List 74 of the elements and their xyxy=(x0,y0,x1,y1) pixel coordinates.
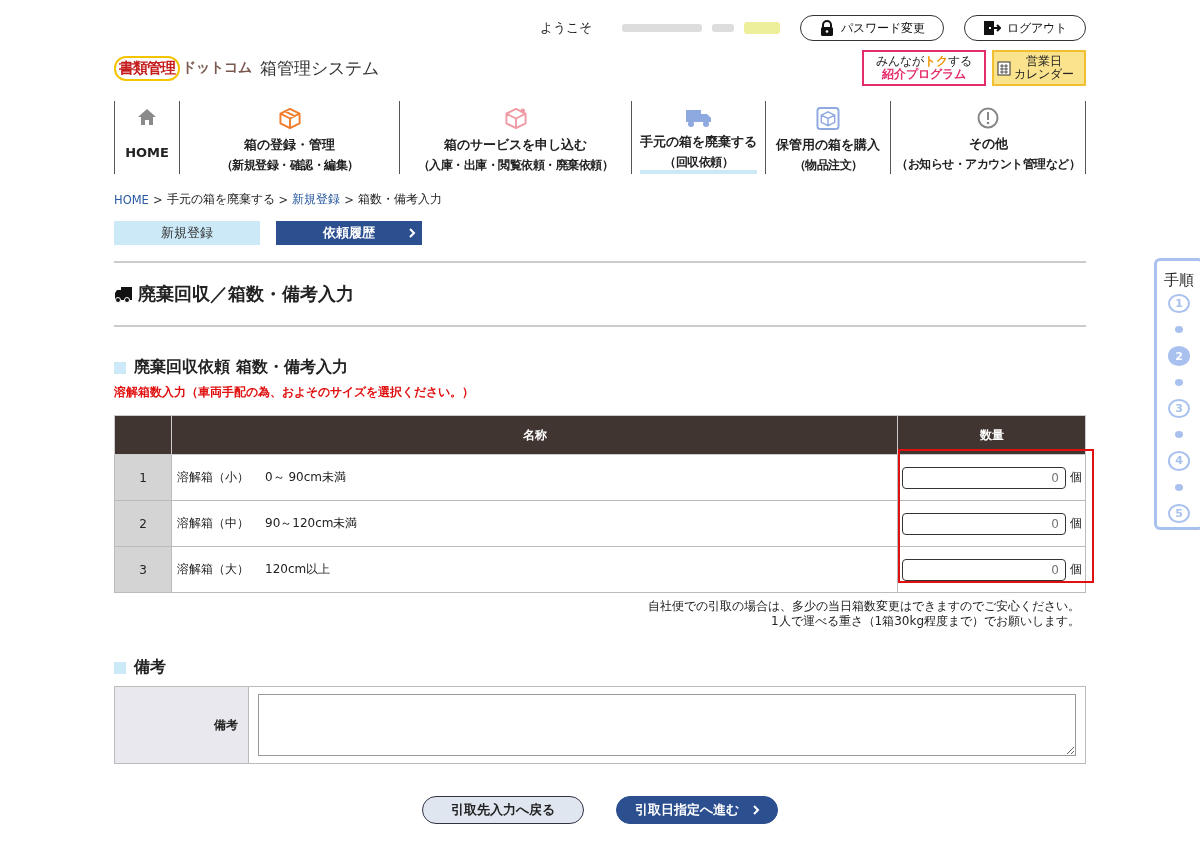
remarks-field[interactable] xyxy=(258,694,1076,756)
step-circle: 2 xyxy=(1168,346,1190,366)
row-number: 3 xyxy=(114,546,172,593)
breadcrumb-text: 箱数・備考入力 xyxy=(357,192,442,207)
step-circle: 4 xyxy=(1168,451,1190,471)
home-icon xyxy=(137,107,157,127)
note-text: 1人で運べる重さ（1箱30kg程度まで）でお願いします。 xyxy=(769,614,1080,629)
breadcrumb-separator: > xyxy=(344,192,354,207)
page-title: 廃棄回収／箱数・備考入力 xyxy=(138,282,354,306)
back-button[interactable]: 引取先入力へ戻る xyxy=(422,796,584,824)
section-heading: 廃棄回収依頼 箱数・備考入力 xyxy=(134,357,348,378)
unit-label: 個 xyxy=(1070,561,1082,578)
history-button[interactable]: 依頼履歴 xyxy=(276,221,422,245)
quantity-field[interactable]: 0 xyxy=(902,558,1066,581)
section-heading: 備考 xyxy=(134,657,166,678)
step-dot xyxy=(1175,431,1183,439)
breadcrumb-text: 手元の箱を廃棄する xyxy=(166,192,275,207)
step-dot xyxy=(1175,326,1183,334)
logout-button[interactable]: ログアウト xyxy=(964,15,1086,41)
heading-marker xyxy=(114,661,126,674)
breadcrumb-separator: > xyxy=(278,192,289,207)
exclamation-icon xyxy=(977,107,999,129)
chevron-icon xyxy=(409,228,416,238)
quantity-field[interactable]: 0 xyxy=(902,466,1066,489)
unit-label: 個 xyxy=(1070,469,1082,486)
row-number: 1 xyxy=(114,454,172,501)
nav-tab[interactable]: 手元の箱を廃棄する （回収依頼） xyxy=(631,101,765,174)
redacted-role-bar xyxy=(744,22,780,34)
field-label: 備考 xyxy=(114,686,249,764)
nav-tab[interactable]: 保管用の箱を購入 （物品注文） xyxy=(765,101,890,174)
breadcrumb-link[interactable]: HOME xyxy=(114,192,149,207)
door-icon xyxy=(983,20,1001,36)
quantity-field[interactable]: 0 xyxy=(902,512,1066,535)
row-number: 2 xyxy=(114,500,172,547)
new-registration-button[interactable]: 新規登録 xyxy=(114,221,260,245)
chevron-icon xyxy=(752,805,760,815)
system-name: 箱管理システム xyxy=(260,56,379,80)
lock-icon xyxy=(819,20,835,36)
truck-icon xyxy=(685,107,712,127)
logo-text: ドットコム xyxy=(182,59,252,77)
note-text: 自社便での引取の場合は、多少の当日箱数変更はできますのでご安心ください。 xyxy=(647,599,1080,614)
calendar-banner[interactable]: 営業日 カレンダー xyxy=(992,50,1086,86)
unit-label: 個 xyxy=(1070,515,1082,532)
box-icon xyxy=(503,107,528,130)
box-icon xyxy=(816,107,840,130)
name-cell: 溶解箱（大） 120cm以上 xyxy=(171,546,898,593)
name-cell: 溶解箱（中） 90～120cm未満 xyxy=(171,500,898,547)
column-header: 名称 xyxy=(171,415,898,455)
redacted-name-bar xyxy=(712,24,734,32)
welcome-text: ようこそ xyxy=(540,19,592,37)
truck-icon xyxy=(114,285,132,303)
nav-tab[interactable]: HOME xyxy=(114,101,179,174)
step-circle: 1 xyxy=(1168,294,1190,314)
column-header: 数量 xyxy=(897,415,1086,455)
nav-tab[interactable]: 箱のサービスを申し込む （入庫・出庫・閲覧依頼・廃棄依頼） xyxy=(399,101,631,174)
step-dot xyxy=(1175,483,1183,491)
logo-text: 書類管理 xyxy=(114,55,180,81)
nav-tab[interactable]: 箱の登録・管理 （新規登録・確認・編集） xyxy=(179,101,399,174)
step-circle: 3 xyxy=(1168,398,1190,419)
step-dot xyxy=(1175,378,1183,386)
password-change-button[interactable]: パスワード変更 xyxy=(800,15,944,41)
steps-title: 手順 xyxy=(1164,271,1194,290)
nav-tab[interactable]: その他 （お知らせ・アカウント管理など） xyxy=(890,101,1086,174)
heading-marker xyxy=(114,361,126,374)
warning-note: 溶解箱数入力（車両手配の為、およそのサイズを選択ください。） xyxy=(114,384,475,401)
step-circle: 5 xyxy=(1168,503,1190,523)
next-button[interactable]: 引取日指定へ進む xyxy=(616,796,778,824)
referral-banner[interactable]: みんなが トクする 紹介プログラム xyxy=(862,50,986,86)
calendar-icon xyxy=(997,60,1011,76)
breadcrumb-separator: > xyxy=(152,192,163,207)
box-icon xyxy=(277,107,302,130)
table-header xyxy=(114,415,172,455)
breadcrumb-link[interactable]: 新規登録 xyxy=(292,192,341,207)
name-cell: 溶解箱（小） 0～ 90cm未満 xyxy=(171,454,898,501)
